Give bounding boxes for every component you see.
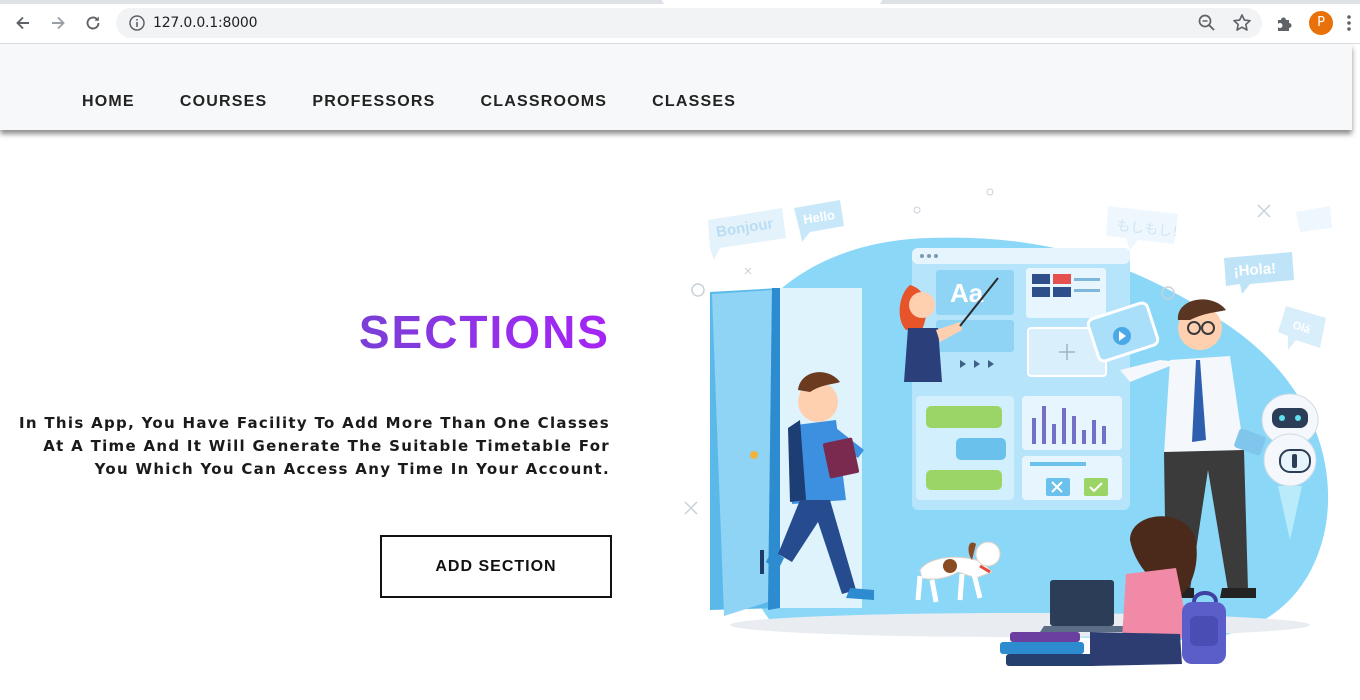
nav-item-professors[interactable]: PROFESSORS	[312, 93, 435, 111]
bubble-moshimoshi: もしもし!	[1106, 206, 1179, 250]
page-title: SECTIONS	[358, 306, 610, 358]
star-icon[interactable]	[1231, 12, 1253, 34]
zoom-icon[interactable]	[1197, 13, 1217, 33]
info-icon[interactable]	[128, 14, 146, 32]
nav-item-home[interactable]: HOME	[82, 93, 135, 111]
address-bar[interactable]: 127.0.0.1:8000	[116, 8, 1262, 38]
tab-strip	[0, 0, 1360, 4]
browser-toolbar: 127.0.0.1:8000 P	[0, 0, 1360, 44]
bubble-ola: Olá	[1278, 306, 1326, 350]
menu-icon[interactable]	[1346, 13, 1352, 33]
nav-item-courses[interactable]: COURSES	[180, 93, 268, 111]
bubble-hola: ¡Hola!	[1224, 252, 1294, 294]
extensions-icon[interactable]	[1274, 12, 1296, 34]
nav-menu: HOME COURSES PROFESSORS CLASSROOMS CLASS…	[82, 93, 781, 111]
profile-avatar[interactable]: P	[1309, 11, 1333, 35]
active-tab[interactable]	[662, 0, 882, 4]
add-section-button[interactable]: ADD SECTION	[380, 535, 612, 598]
back-icon[interactable]	[10, 10, 36, 36]
site-navbar: HOME COURSES PROFESSORS CLASSROOMS CLASS…	[0, 44, 1352, 130]
bubble-hola-text: ¡Hola!	[1233, 260, 1277, 280]
page-description: In This App, You Have Facility To Add Mo…	[19, 414, 610, 478]
bubble-hello: Hello	[794, 200, 844, 242]
bubble-bonjour: Bonjour	[708, 208, 786, 260]
url-text[interactable]: 127.0.0.1:8000	[153, 15, 258, 31]
forward-icon[interactable]	[45, 10, 71, 36]
nav-item-classes[interactable]: CLASSES	[652, 93, 736, 111]
nav-item-classrooms[interactable]: CLASSROOMS	[480, 93, 607, 111]
classroom-illustration: Bonjour Hello もしもし! ¡Hola! Olá Aa	[684, 188, 1332, 666]
reload-icon[interactable]	[80, 10, 106, 36]
